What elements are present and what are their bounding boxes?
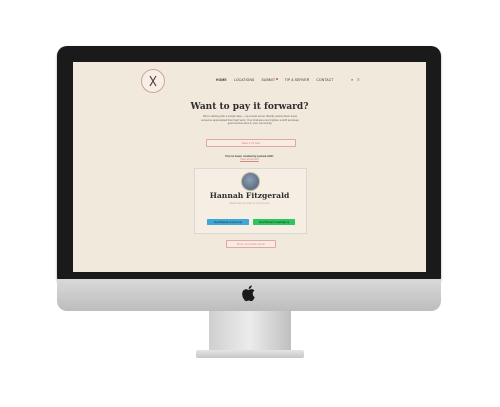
nav-tip-a-server[interactable]: TIP A SERVER (285, 78, 310, 82)
apple-logo-icon (242, 285, 255, 302)
venmo-tip-button[interactable]: Send Hannah a Venmo tip (207, 219, 249, 225)
nav-submit[interactable]: SUBMIT (261, 78, 278, 82)
make-a-tip-button[interactable]: Make a Tip Now (206, 139, 296, 147)
main-nav: HOME LOCATIONS SUBMIT TIP A SERVER CONTA… (216, 78, 334, 82)
nav-icons: ⌕ ≡ (351, 77, 360, 82)
notification-dot (276, 78, 278, 80)
utensils-icon (149, 75, 157, 87)
hero-text: We're starting with a simple idea — tip … (201, 115, 299, 126)
nav-contact[interactable]: CONTACT (316, 78, 333, 82)
avatar (241, 172, 260, 191)
search-icon[interactable]: ⌕ (351, 77, 353, 82)
imac-stand (209, 311, 291, 355)
hero-title: Want to pay it forward? (190, 102, 309, 112)
website-screen: HOME LOCATIONS SUBMIT TIP A SERVER CONTA… (73, 62, 426, 272)
server-name: Hannah Fitzgerald (209, 191, 290, 200)
view-all-link[interactable]: View all servers (73, 158, 426, 161)
nav-home[interactable]: HOME (216, 78, 227, 82)
nav-locations[interactable]: LOCATIONS (234, 78, 255, 82)
imac-stand-base (196, 350, 304, 358)
another-server-button[interactable]: Show me another server (226, 240, 276, 248)
server-subtitle: Bartender at Grain & Tap House (229, 201, 270, 205)
site-logo[interactable] (141, 69, 165, 93)
cashapp-tip-button[interactable]: Send Hannah a CashApp tip (253, 219, 295, 225)
menu-icon[interactable]: ≡ (357, 77, 359, 82)
